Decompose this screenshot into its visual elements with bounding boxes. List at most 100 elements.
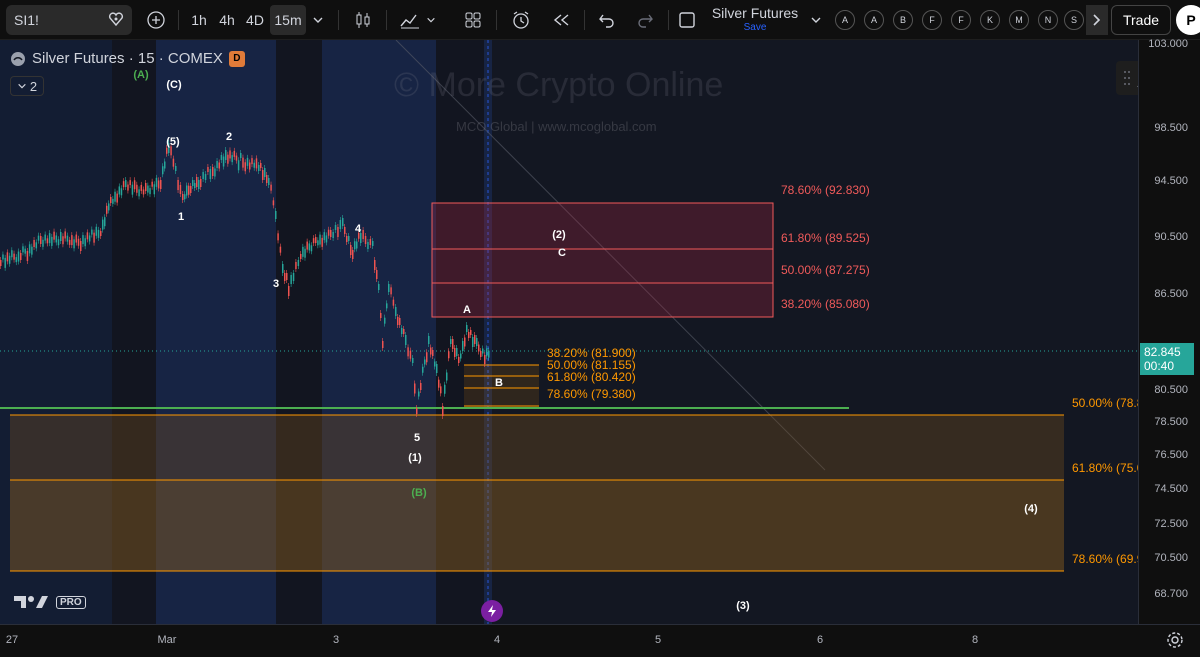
candle-body — [227, 154, 229, 164]
indicators-dropdown[interactable] — [422, 5, 440, 35]
candle-body — [458, 357, 460, 363]
price-axis[interactable]: 103.000 98.500 94.500 90.500 86.500 80.5… — [1138, 38, 1200, 624]
candle-body — [184, 194, 186, 200]
candle-body — [237, 160, 240, 171]
data-badge: D — [228, 50, 245, 67]
chart-type-button[interactable] — [348, 5, 378, 35]
wave-label-a: A — [463, 304, 471, 316]
candle-body — [48, 233, 51, 244]
heart-icon[interactable] — [108, 11, 124, 30]
candle-body — [104, 217, 106, 227]
fib-lower-label-500: 50.00% (78.8 — [1072, 396, 1138, 410]
candle-body — [80, 241, 82, 251]
separator — [178, 10, 179, 30]
candle-body — [272, 200, 275, 206]
candle-body — [407, 347, 409, 357]
legend-collapse-button[interactable]: 2 — [10, 76, 44, 96]
chart-area[interactable]: Silver Futures · 15 · COMEX D 2 © More C… — [0, 40, 1138, 624]
candle-body — [222, 156, 225, 167]
candle-body — [100, 231, 102, 236]
candle-body — [302, 246, 304, 257]
settings-icon[interactable] — [1166, 631, 1184, 649]
wave-label-2-paren: (2) — [552, 229, 566, 241]
candle-body — [53, 231, 55, 240]
candle-body — [233, 150, 236, 157]
trade-button[interactable]: Trade — [1111, 5, 1171, 35]
candle-body — [344, 227, 346, 234]
fib-middle-label-618: 61.80% (80.420) — [547, 370, 636, 384]
candle-body — [249, 162, 251, 170]
candle-body — [60, 232, 62, 241]
alert-button[interactable] — [506, 5, 536, 35]
candle-body — [112, 198, 114, 204]
layouts-button[interactable] — [458, 5, 488, 35]
interval-4d[interactable]: 4D — [242, 5, 268, 35]
toolbar-letter-button[interactable]: N — [1038, 10, 1058, 30]
toolbar-letter-button[interactable]: F — [922, 10, 942, 30]
candle-body — [295, 262, 297, 269]
symbol-search[interactable]: SI1! — [6, 5, 132, 35]
interval-1h[interactable]: 1h — [186, 5, 212, 35]
candle-body — [466, 325, 468, 332]
toolbar-letter-button[interactable]: A — [835, 10, 855, 30]
fib-lower-label-786: 78.60% (69.9 — [1072, 552, 1138, 566]
candle-body — [212, 167, 214, 176]
candles-icon — [356, 12, 370, 28]
candle-body — [401, 328, 403, 334]
separator — [584, 10, 585, 30]
candle-body — [255, 158, 258, 169]
price-tick: 72.500 — [1154, 518, 1188, 530]
layout-name[interactable]: Silver Futures Save — [706, 4, 804, 34]
replay-button[interactable] — [546, 5, 576, 35]
candle-body — [484, 355, 486, 364]
replay-icon — [553, 14, 569, 26]
candle-body — [116, 193, 118, 203]
wave-label-1-paren: (1) — [408, 452, 422, 464]
candle-body — [372, 241, 374, 246]
candle-body — [388, 284, 390, 292]
candle-body — [288, 286, 290, 296]
candle-body — [186, 185, 188, 196]
toolbar-letter-button[interactable]: B — [893, 10, 913, 30]
layout-toggle[interactable] — [672, 5, 702, 35]
candle-body — [286, 273, 288, 280]
candle-body — [142, 189, 145, 195]
candle-body — [110, 197, 112, 203]
candle-body — [64, 231, 66, 239]
toolbar-letter-button[interactable]: M — [1009, 10, 1029, 30]
candle-body — [424, 359, 426, 365]
replay-lightning-button[interactable] — [481, 600, 503, 622]
compare-button[interactable] — [141, 5, 171, 35]
redo-button[interactable] — [630, 5, 660, 35]
fib-lower-zone — [10, 480, 1064, 571]
chart-legend[interactable]: Silver Futures · 15 · COMEX D — [10, 50, 245, 67]
price-tick: 90.500 — [1154, 231, 1188, 243]
interval-dropdown[interactable] — [306, 5, 330, 35]
toolbar-letter-button[interactable]: K — [980, 10, 1000, 30]
candle-body — [149, 188, 151, 195]
toolbar-letter-button[interactable]: S — [1064, 10, 1084, 30]
symbol-text: SI1! — [14, 12, 39, 28]
undo-button[interactable] — [592, 5, 622, 35]
candle-body — [182, 194, 184, 200]
candle-body — [75, 234, 78, 243]
candle-body — [392, 299, 395, 306]
candle-body — [160, 180, 162, 189]
time-tick: 4 — [493, 634, 501, 646]
profile-button[interactable]: P — [1176, 5, 1200, 35]
time-axis[interactable]: 27 Mar 3 4 5 6 8 — [0, 624, 1200, 657]
elliott-wave-tools[interactable]: A C 1 — [1116, 61, 1138, 95]
candle-body — [258, 165, 260, 171]
interval-15m[interactable]: 15m — [270, 5, 306, 35]
layout-dropdown[interactable] — [806, 5, 826, 35]
candle-body — [348, 236, 350, 241]
toolbar-scroll-right[interactable] — [1086, 5, 1108, 35]
price-tick: 94.500 — [1154, 175, 1188, 187]
toolbar-letter-button[interactable]: F — [951, 10, 971, 30]
toolbar-letter-button[interactable]: A — [864, 10, 884, 30]
candle-body — [306, 241, 308, 250]
indicators-button[interactable] — [395, 5, 425, 35]
candle-body — [325, 235, 328, 243]
interval-4h[interactable]: 4h — [214, 5, 240, 35]
candle-body — [133, 180, 136, 190]
